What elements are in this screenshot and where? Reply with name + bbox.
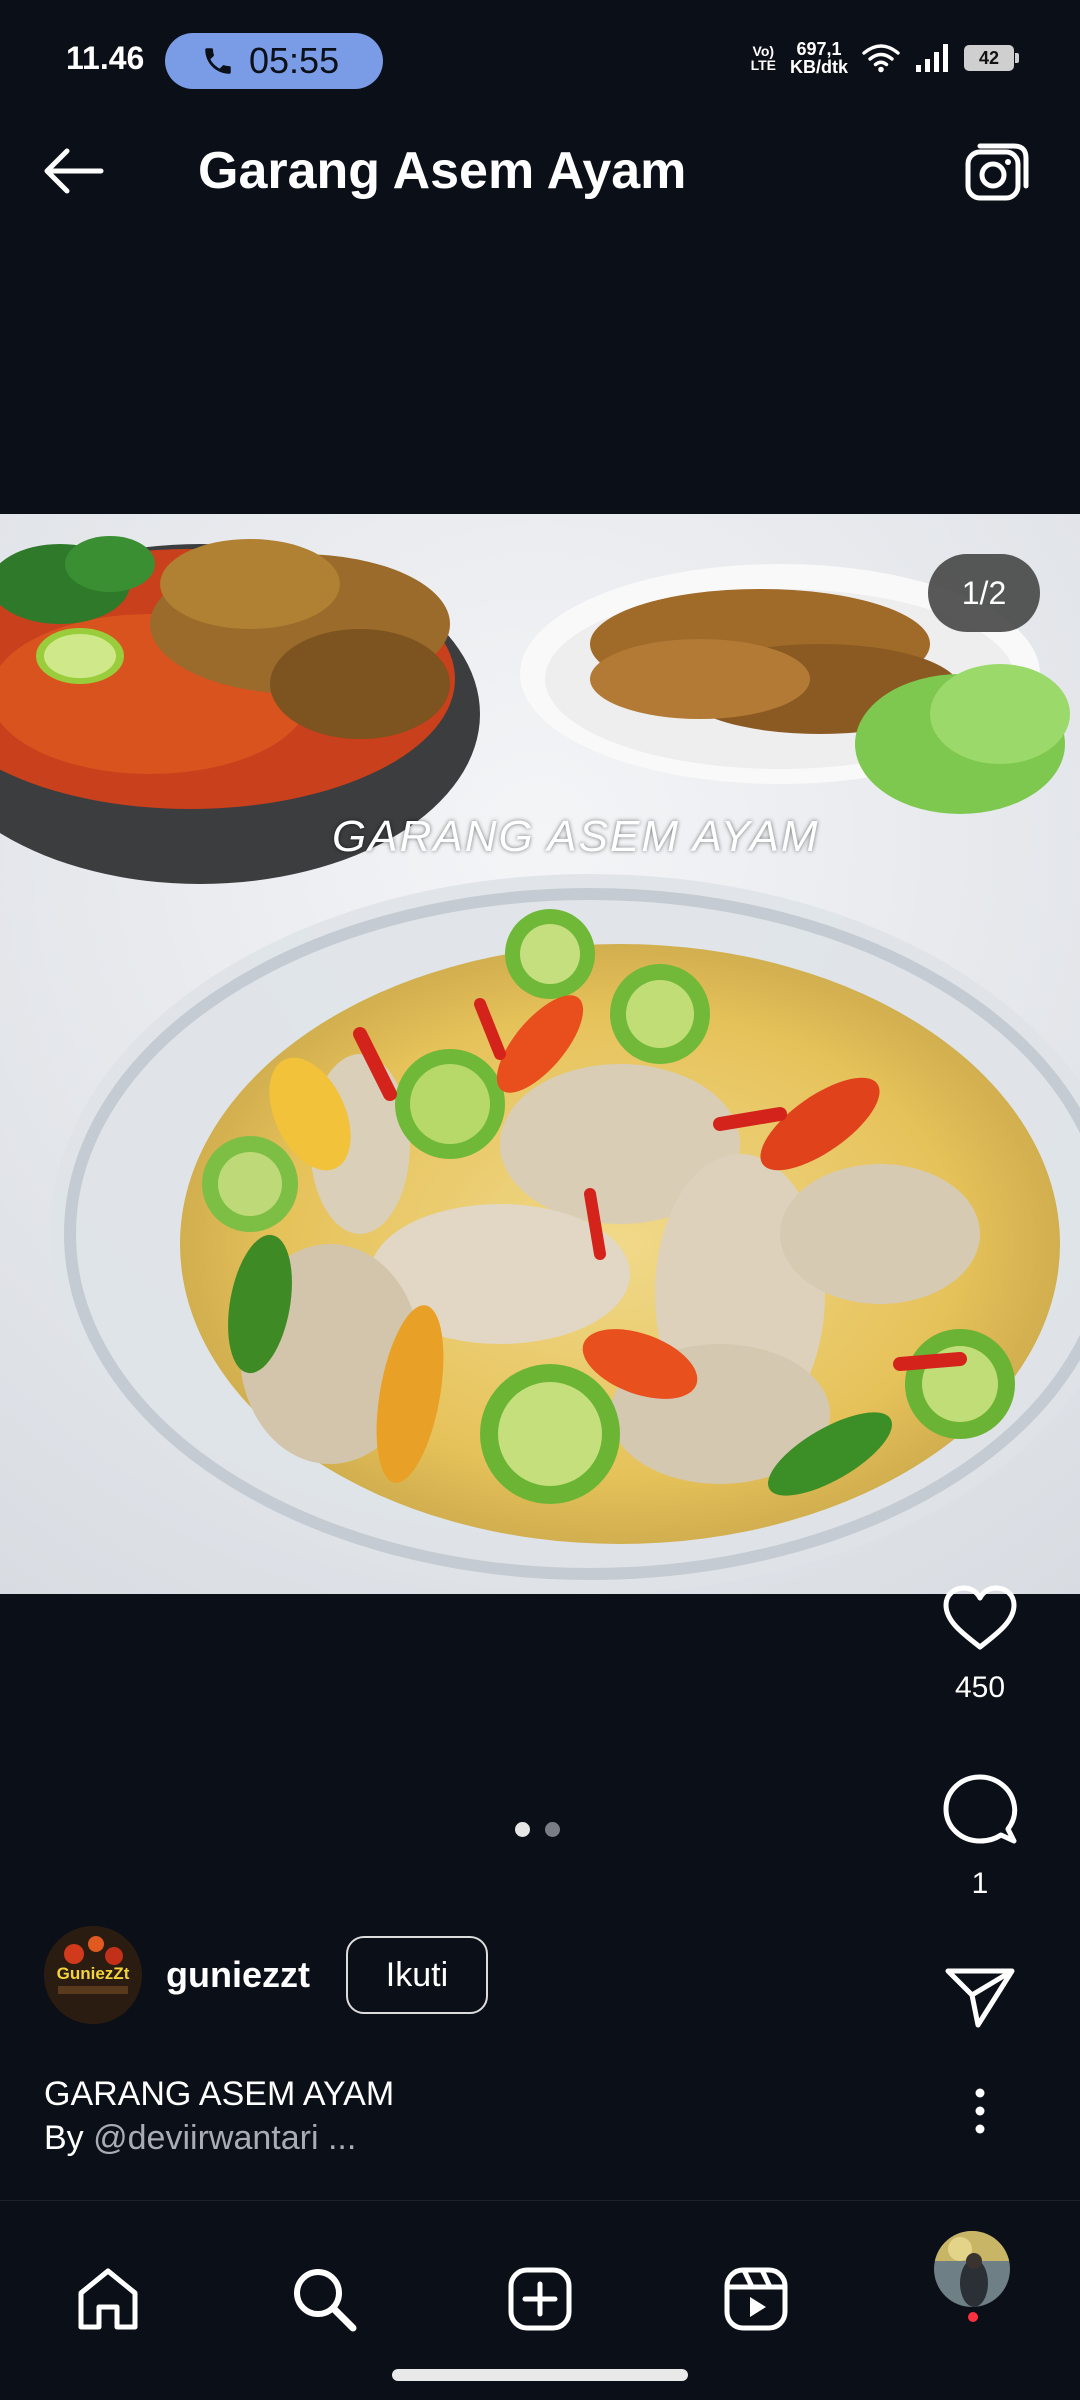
share-action	[880, 1965, 1080, 2029]
bottom-navigation	[0, 2200, 1080, 2400]
network-speed: 697,1 KB/dtk	[790, 40, 848, 76]
nav-create[interactable]	[504, 2263, 576, 2335]
phone-icon	[205, 48, 231, 74]
reels-icon	[724, 2267, 788, 2331]
volte-indicator: Vo) LTE	[751, 44, 776, 72]
carousel-dot-active	[515, 1822, 530, 1837]
plus-square-icon	[508, 2267, 572, 2331]
network-speed-unit: KB/dtk	[790, 57, 848, 77]
status-icons: Vo) LTE 697,1 KB/dtk 42	[751, 38, 1019, 78]
author-avatar[interactable]: GuniezZt	[44, 1926, 142, 2024]
home-icon	[78, 2268, 138, 2330]
post-image[interactable]: GARANG ASEM AYAM 1/2	[0, 514, 1080, 1594]
more-vertical-icon[interactable]	[970, 2088, 990, 2134]
battery-indicator: 42	[964, 45, 1019, 71]
comment-icon[interactable]	[942, 1773, 1018, 1849]
home-indicator[interactable]	[392, 2369, 688, 2381]
nav-home[interactable]	[72, 2263, 144, 2335]
nav-reels[interactable]	[720, 2263, 792, 2335]
call-timer: 05:55	[249, 40, 340, 81]
volte-label: Vo)	[752, 43, 775, 59]
comment-count[interactable]: 1	[972, 1867, 989, 1901]
wifi-icon	[862, 44, 900, 73]
image-overlay-text: GARANG ASEM AYAM	[332, 812, 820, 861]
arrow-left-icon	[44, 148, 104, 194]
network-speed-value: 697,1	[796, 39, 842, 59]
caption-more[interactable]: ...	[319, 2119, 356, 2157]
avatar-logo-text: GuniezZt	[56, 1964, 130, 1983]
ongoing-call-chip[interactable]: 05:55	[165, 33, 383, 89]
status-bar: 11.46 05:55 Vo) LTE 697,1 KB/dtk 42	[0, 0, 1080, 96]
follow-button[interactable]: Ikuti	[345, 1936, 488, 2014]
lte-label: LTE	[750, 57, 776, 73]
author-row: GuniezZt guniezzt Ikuti	[44, 1926, 488, 2024]
search-icon	[294, 2269, 357, 2332]
food-photo	[0, 514, 1080, 1594]
like-action: 450	[880, 1585, 1080, 1705]
carousel-indicator	[515, 1822, 560, 1837]
heart-icon[interactable]	[942, 1585, 1018, 1653]
caption-credit: By @deviirwantari ...	[44, 2116, 394, 2160]
top-app-bar: Garang Asem Ayam	[0, 96, 1080, 246]
caption-by-prefix: By	[44, 2119, 94, 2157]
signal-icon	[916, 44, 948, 72]
more-action	[880, 2088, 1080, 2134]
post-caption[interactable]: GARANG ASEM AYAM By @deviirwantari ...	[44, 2072, 394, 2160]
page-title: Garang Asem Ayam	[198, 142, 687, 200]
caption-title: GARANG ASEM AYAM	[44, 2075, 395, 2113]
image-counter: 1/2	[928, 554, 1040, 632]
camera-button[interactable]	[964, 138, 1032, 206]
status-time: 11.46	[66, 40, 145, 76]
nav-profile-avatar[interactable]	[934, 2231, 1010, 2307]
like-count[interactable]: 450	[955, 1671, 1005, 1705]
author-username[interactable]: guniezzt	[166, 1954, 310, 1996]
comment-action: 1	[880, 1773, 1080, 1901]
camera-icon	[965, 143, 1029, 201]
back-button[interactable]	[38, 136, 108, 206]
nav-search[interactable]	[288, 2263, 360, 2335]
profile-avatar-image	[934, 2231, 1010, 2307]
carousel-dot	[545, 1822, 560, 1837]
notification-dot	[968, 2312, 978, 2322]
send-icon[interactable]	[944, 1965, 1016, 2029]
caption-mention[interactable]: @deviirwantari	[93, 2119, 318, 2157]
